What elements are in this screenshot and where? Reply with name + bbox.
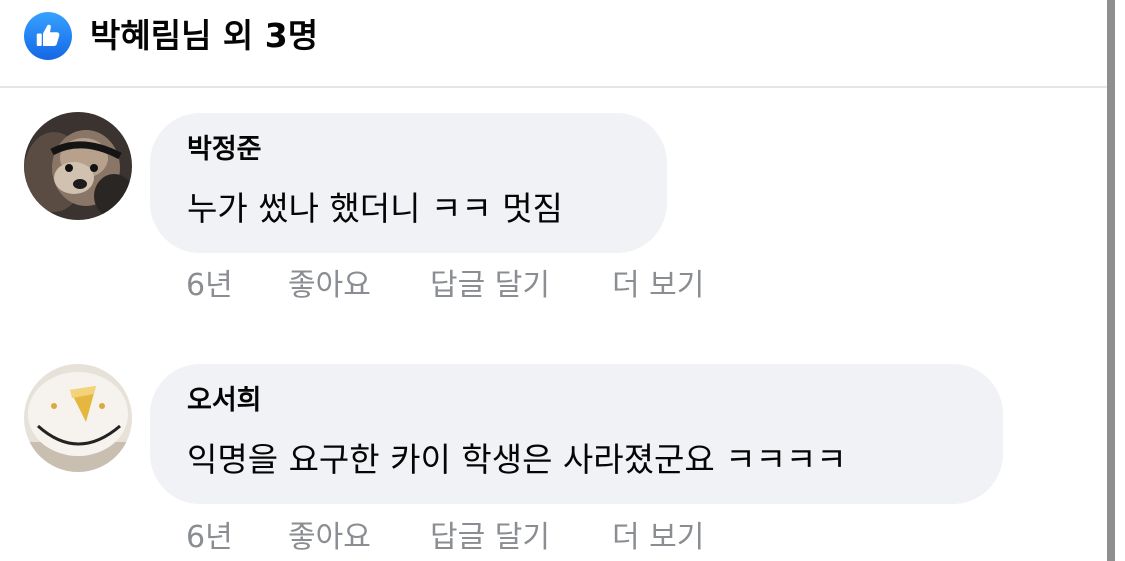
- comment-bubble: 박정준 누가 썼나 했더니 ㅋㅋ 멋짐: [150, 113, 667, 253]
- more-button[interactable]: 더 보기: [612, 518, 704, 558]
- like-button[interactable]: 좋아요: [288, 266, 371, 306]
- thumbs-up-icon: [24, 12, 72, 60]
- comment-author[interactable]: 오서희: [187, 382, 262, 420]
- comment-timestamp[interactable]: 6년: [186, 266, 233, 306]
- comment-author[interactable]: 박정준: [187, 131, 262, 169]
- comment-text: 누가 썼나 했더니 ㅋㅋ 멋짐: [187, 189, 563, 228]
- scrollbar[interactable]: [1107, 0, 1115, 561]
- comment-bubble: 오서희 익명을 요구한 카이 학생은 사라졌군요 ㅋㅋㅋㅋ: [150, 364, 1003, 504]
- reply-button[interactable]: 답글 달기: [430, 518, 550, 558]
- smiley-plate-avatar[interactable]: [24, 364, 132, 472]
- dog-photo-avatar[interactable]: [24, 112, 132, 220]
- reply-button[interactable]: 답글 달기: [430, 266, 550, 306]
- reactions-summary[interactable]: 박혜림님 외 3명: [0, 0, 1107, 88]
- like-button[interactable]: 좋아요: [288, 518, 371, 558]
- reactions-count-text[interactable]: 박혜림님 외 3명: [90, 12, 318, 60]
- comment-text: 익명을 요구한 카이 학생은 사라졌군요 ㅋㅋㅋㅋ: [187, 440, 847, 479]
- comment-timestamp[interactable]: 6년: [186, 518, 233, 558]
- more-button[interactable]: 더 보기: [612, 266, 704, 306]
